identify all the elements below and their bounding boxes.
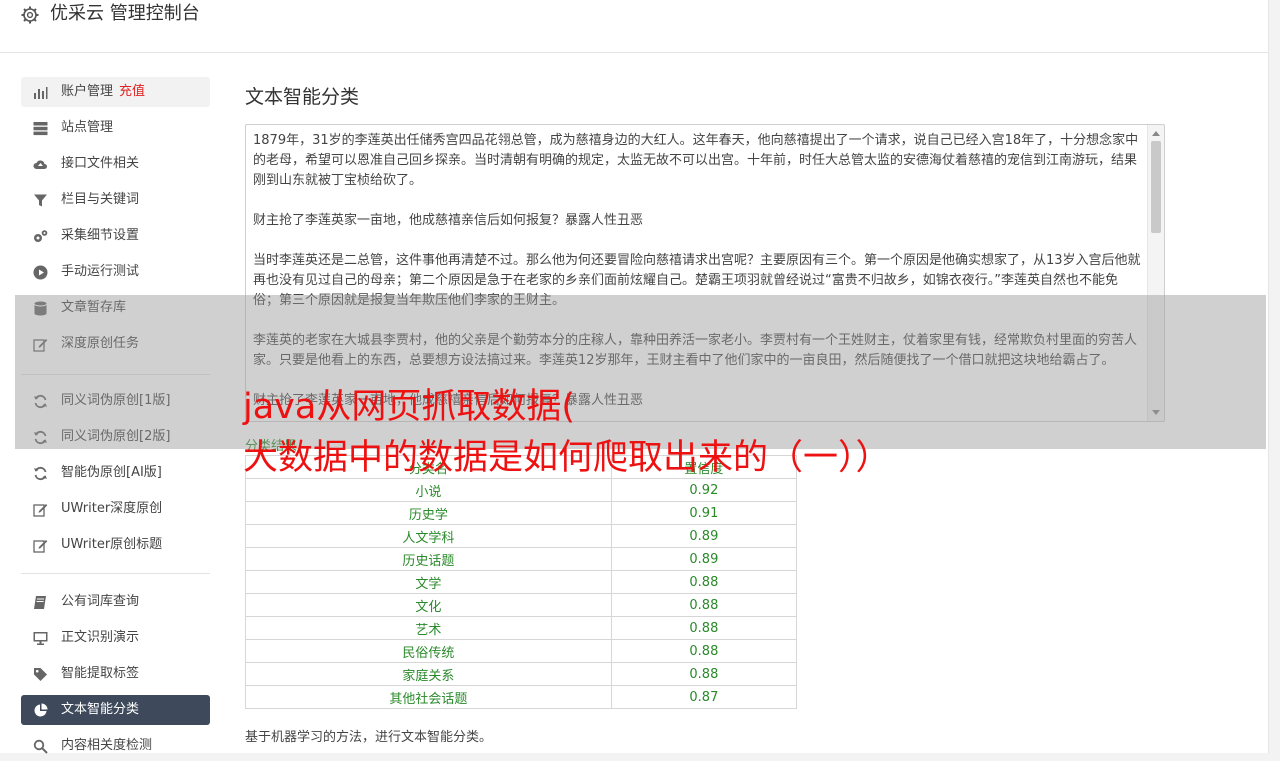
footnote-text: 基于机器学习的方法，进行文本智能分类。 [245,730,493,745]
edit-icon [33,504,48,517]
sidebar-item-label: 文本智能分类 [61,702,140,717]
app-title: 优采云 管理控制台 [50,3,200,24]
sidebar-item-sites[interactable]: 站点管理 [21,113,210,143]
sidebar-item-label: 账户管理 [61,84,114,99]
table-row: 文学 0.88 [245,570,798,594]
sidebar-item-label: 智能提取标签 [61,666,140,681]
confidence-cell: 0.91 [610,501,798,525]
sidebar-item-label: UWriter深度原创 [61,501,163,516]
play-circle-icon [33,265,48,280]
cloud-upload-icon [33,160,47,169]
confidence-cell: 0.89 [610,547,798,571]
sidebar-item-label: UWriter原创标题 [61,537,163,552]
top-bar: 优采云 管理控制台 [0,0,1269,53]
category-cell: 历史话题 [245,547,612,571]
category-cell: 民俗传统 [245,639,612,663]
table-row: 人文学科 0.89 [245,524,798,548]
sidebar-item-account[interactable]: 账户管理 充值 [21,77,210,107]
text-paragraph: 1879年，31岁的李莲英出任储秀宫四品花翎总管，成为慈禧身边的大红人。这年春天… [253,133,1139,188]
sidebar-item-label: 公有词库查询 [61,594,140,609]
table-row: 历史话题 0.89 [245,547,798,571]
sidebar-item-extract-tags[interactable]: 智能提取标签 [21,659,210,689]
confidence-cell: 0.88 [610,639,798,663]
confidence-cell: 0.87 [610,685,798,709]
search-icon [33,739,48,754]
category-cell: 文学 [245,570,612,594]
table-row: 其他社会话题 0.87 [245,685,798,709]
overlay-title-line: java从网页抓取数据( [243,387,575,427]
sidebar-item-label: 采集细节设置 [61,228,140,243]
book-icon [34,596,46,609]
sidebar-item-label: 智能伪原创[AI版] [61,465,162,480]
sidebar-item-body-recognition[interactable]: 正文识别演示 [21,623,210,653]
table-row: 家庭关系 0.88 [245,662,798,686]
sidebar-item-columns-keywords[interactable]: 栏目与关键词 [21,185,210,215]
monitor-icon [33,632,48,645]
category-cell: 人文学科 [245,524,612,548]
tag-icon [34,668,47,681]
cogs-icon [34,230,48,242]
scroll-up-arrow[interactable] [1152,131,1160,136]
sidebar-item-label: 手动运行测试 [61,264,140,279]
filter-icon [34,194,47,207]
category-cell: 艺术 [245,616,612,640]
pie-chart-icon [34,703,48,717]
classification-table: 分类名 置信度 小说 0.92 历史学 0.91 人文学科 0.89 历史话题 0.89… [245,455,798,709]
category-cell: 历史学 [245,501,612,525]
category-cell: 家庭关系 [245,662,612,686]
text-paragraph: 财主抢了李莲英家一亩地，他成慈禧亲信后如何报复？暴露人性丑恶 [253,213,644,228]
sidebar-item-label: 内容相关度检测 [61,738,153,753]
confidence-cell: 0.88 [610,570,798,594]
sidebar-item-interface-files[interactable]: 接口文件相关 [21,149,210,179]
sidebar-item-ai-rewrite[interactable]: 智能伪原创[AI版] [21,458,210,488]
sidebar-item-relevance-check[interactable]: 内容相关度检测 [21,731,210,761]
confidence-cell: 0.88 [610,662,798,686]
sidebar-item-public-lexicon[interactable]: 公有词库查询 [21,587,210,617]
refresh-icon [34,466,47,481]
confidence-cell: 0.88 [610,593,798,617]
sidebar-item-manual-run[interactable]: 手动运行测试 [21,257,210,287]
category-cell: 其他社会话题 [245,685,612,709]
sidebar-item-label: 站点管理 [61,120,114,135]
sidebar-item-uwriter-deep[interactable]: UWriter深度原创 [21,494,210,524]
confidence-cell: 0.89 [610,524,798,548]
bar-chart-icon [34,87,48,99]
page-title: 文本智能分类 [245,86,360,108]
sidebar-item-text-classify[interactable]: 文本智能分类 [21,695,210,725]
sidebar-item-label: 接口文件相关 [61,156,140,171]
sidebar-item-label: 正文识别演示 [61,630,140,645]
overlay-title: java从网页抓取数据( 大数据中的数据是如何爬取出来的（一）） [243,382,891,484]
table-row: 文化 0.88 [245,593,798,617]
recharge-link[interactable]: 充值 [119,84,145,99]
sidebar-divider [21,573,210,574]
sidebar-item-collect-settings[interactable]: 采集细节设置 [21,221,210,251]
confidence-cell: 0.88 [610,616,798,640]
sidebar-item-uwriter-title[interactable]: UWriter原创标题 [21,530,210,560]
category-cell: 文化 [245,593,612,617]
overlay-title-line: 大数据中的数据是如何爬取出来的（一）） [243,438,891,478]
scroll-thumb[interactable] [1151,141,1161,233]
server-icon [33,122,48,136]
gear-icon [21,6,39,24]
sidebar-item-label: 栏目与关键词 [61,192,140,207]
edit-icon [33,540,48,553]
table-row: 艺术 0.88 [245,616,798,640]
table-row: 历史学 0.91 [245,501,798,525]
table-row: 民俗传统 0.88 [245,639,798,663]
